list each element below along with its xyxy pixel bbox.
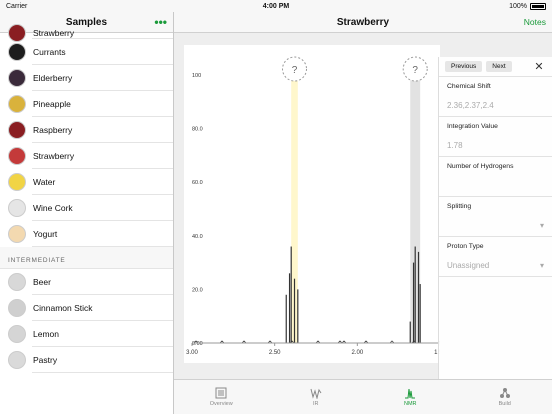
sidebar-item-label: Strawberry: [33, 151, 75, 161]
chevron-down-icon: ▾: [539, 261, 544, 270]
panel-toolbar: Previous Next ✕: [439, 57, 552, 77]
peak-detail-panel: Previous Next ✕ Chemical Shift 2.36,2.37…: [438, 57, 552, 387]
section-intermediate: INTERMEDIATE: [0, 247, 173, 269]
sidebar-item-currants[interactable]: Currants: [0, 39, 173, 65]
close-icon[interactable]: ✕: [532, 60, 546, 73]
sidebar-item-label: Yogurt: [33, 229, 58, 239]
sidebar-item-label: Beer: [33, 277, 51, 287]
tab-nmr[interactable]: NMR: [363, 380, 458, 414]
status-time: 4:00 PM: [262, 2, 290, 10]
tab-build-label: Build: [498, 401, 511, 407]
integration-label: Integration Value: [447, 123, 498, 130]
strawberry-icon: [8, 147, 26, 165]
sidebar-item-label: Elderberry: [33, 73, 73, 83]
main-content: Strawberry Notes ?? 0.00 20.0 40.0 60.0 80.0 1…: [174, 12, 552, 414]
ir-icon: [310, 388, 322, 399]
sidebar-item-label: Currants: [33, 47, 66, 57]
raspberry-icon: [8, 121, 26, 139]
wine-cork-icon: [8, 199, 26, 217]
tab-nmr-label: NMR: [403, 401, 417, 407]
splitting-label: Splitting: [447, 203, 472, 210]
sidebar-item-yogurt[interactable]: Yogurt: [0, 221, 173, 247]
page-title: Strawberry: [336, 16, 390, 28]
integration-value: 1.78: [447, 141, 463, 150]
hydrogens-field[interactable]: Number of Hydrogens: [439, 157, 552, 197]
proton-type-field[interactable]: Proton Type Unassigned ▾: [439, 237, 552, 277]
sidebar-item-beer[interactable]: Beer: [0, 269, 173, 295]
yogurt-icon: [8, 225, 26, 243]
sidebar-item-cinnamon-stick[interactable]: Cinnamon Stick: [0, 295, 173, 321]
x-tick-label: 3.00: [186, 350, 198, 356]
sidebar-item-label: Pineapple: [33, 99, 71, 109]
y-tick-label: 80.0: [192, 127, 203, 133]
sidebar-title: Samples: [65, 16, 108, 28]
sidebar-item-wine-cork[interactable]: Wine Cork: [0, 195, 173, 221]
tab-build[interactable]: Build: [458, 380, 552, 414]
sidebar-item-label: Lemon: [33, 329, 59, 339]
sample-list: Strawberry Currants Elderberry Pineapple Ra…: [0, 24, 173, 414]
proton-type-label: Proton Type: [447, 243, 484, 250]
sidebar-item-pineapple[interactable]: Pineapple: [0, 91, 173, 117]
pastry-icon: [8, 351, 26, 369]
next-button[interactable]: Next: [486, 61, 512, 72]
tab-ir[interactable]: IR: [269, 380, 364, 414]
battery-icon: [530, 2, 546, 10]
y-tick-label: 60.0: [192, 180, 203, 186]
nmr-spectrum-chart[interactable]: ??0.0020.040.060.080.01003.002.502.001.5…: [184, 45, 446, 363]
sidebar-item-partial[interactable]: Strawberry: [0, 24, 173, 42]
x-tick-label: 2.00: [351, 350, 363, 356]
beer-icon: [8, 273, 26, 291]
tab-overview-label: Overview: [209, 401, 233, 407]
sidebar-item-raspberry[interactable]: Raspberry: [0, 117, 173, 143]
splitting-field[interactable]: Splitting ▾: [439, 197, 552, 237]
nmr-icon: [405, 388, 416, 399]
chemical-shift-label: Chemical Shift: [447, 83, 491, 90]
proton-type-value: Unassigned: [447, 261, 490, 270]
lemon-icon: [8, 325, 26, 343]
y-tick-label: 100: [192, 73, 201, 79]
nmr-plot[interactable]: ??0.0020.040.060.080.01003.002.502.001.5…: [184, 45, 446, 363]
tab-bar: Overview IR NMR Build: [174, 379, 552, 414]
tab-ir-label: IR: [313, 401, 319, 407]
chevron-down-icon: ▾: [539, 221, 544, 230]
question-mark-1: ?: [412, 65, 418, 76]
sidebar-item-label: Raspberry: [33, 125, 73, 135]
cinnamon-icon: [8, 299, 26, 317]
x-tick-label: 2.50: [269, 350, 281, 356]
samples-sidebar: Samples ••• Strawberry Currants Elderberr…: [0, 12, 174, 414]
nav-bar: Strawberry Notes: [174, 12, 552, 33]
tab-overview[interactable]: Overview: [174, 380, 269, 414]
sidebar-item-lemon[interactable]: Lemon: [0, 321, 173, 347]
integration-field[interactable]: Integration Value 1.78: [439, 117, 552, 157]
sidebar-item-label: Wine Cork: [33, 203, 73, 213]
status-bar: Carrier 4:00 PM 100%: [0, 0, 552, 12]
build-icon: [499, 388, 510, 398]
currants-icon: [8, 43, 26, 61]
y-tick-label: 20.0: [192, 287, 203, 293]
overview-icon: [215, 387, 227, 399]
sidebar-item-label: Pastry: [33, 355, 58, 365]
chemical-shift-field[interactable]: Chemical Shift 2.36,2.37,2.4: [439, 77, 552, 117]
pineapple-icon: [8, 95, 26, 113]
sidebar-item-pastry[interactable]: Pastry: [0, 347, 173, 373]
hydrogens-label: Number of Hydrogens: [447, 163, 514, 170]
sidebar-item-label: Cinnamon Stick: [33, 303, 93, 313]
sidebar-item-label: Strawberry: [33, 28, 75, 38]
sidebar-item-strawberry[interactable]: Strawberry: [0, 143, 173, 169]
y-tick-label: 40.0: [192, 234, 203, 240]
notes-button[interactable]: Notes: [524, 17, 546, 27]
nmr-chart-area: ??0.0020.040.060.080.01003.002.502.001.5…: [174, 33, 552, 387]
question-mark-0: ?: [292, 65, 298, 76]
water-icon: [8, 173, 26, 191]
sidebar-item-label: Water: [33, 177, 56, 187]
sidebar-item-water[interactable]: Water: [0, 169, 173, 195]
chemical-shift-value: 2.36,2.37,2.4: [447, 101, 494, 110]
previous-button[interactable]: Previous: [445, 61, 483, 72]
sidebar-item-elderberry[interactable]: Elderberry: [0, 65, 173, 91]
elderberry-icon: [8, 69, 26, 87]
